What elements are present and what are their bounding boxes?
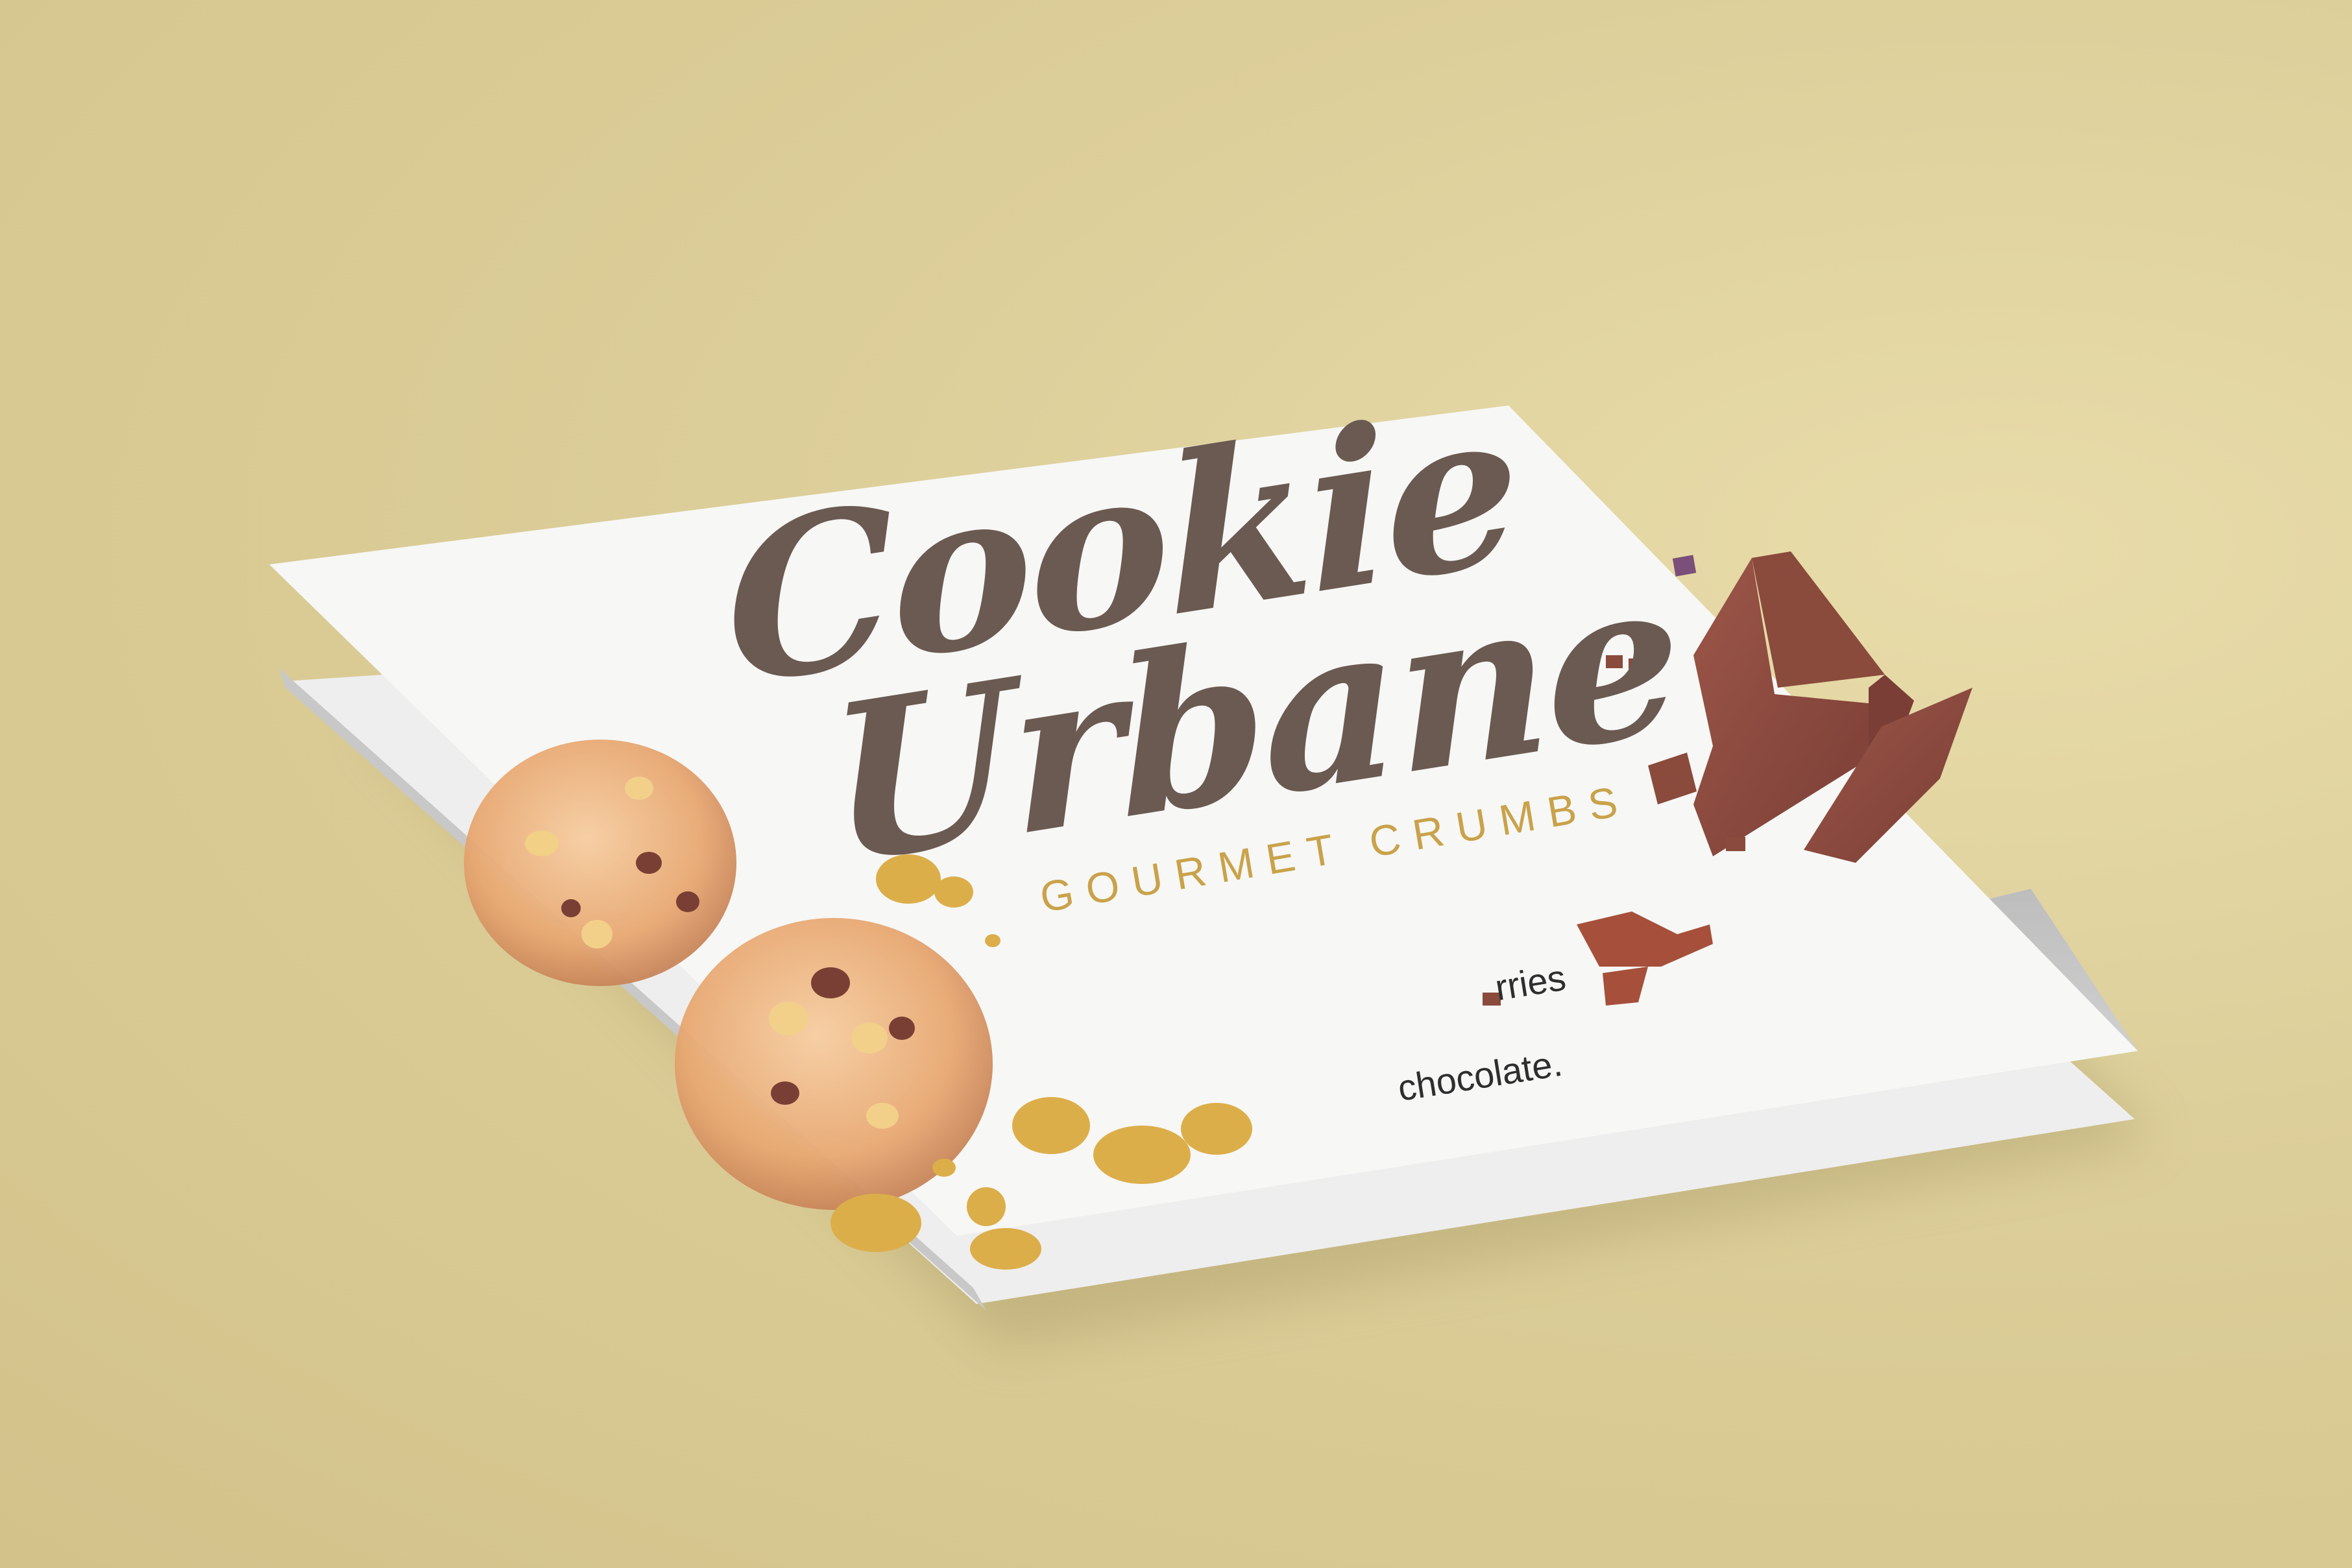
- cookie-illustration-top: [464, 740, 736, 986]
- brochure-scene: [269, 405, 2154, 1349]
